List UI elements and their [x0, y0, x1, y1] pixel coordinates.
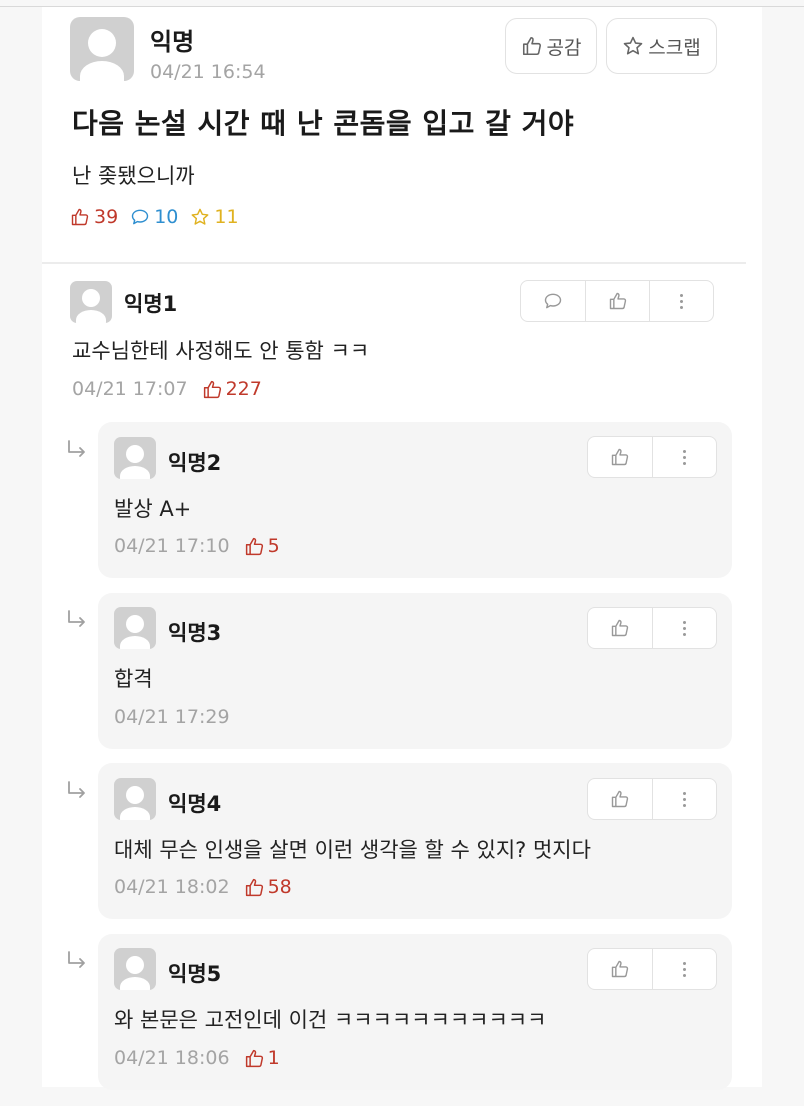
more-dots-icon [683, 449, 686, 465]
thumbs-up-icon [610, 447, 630, 467]
post-author: 익명 [150, 28, 195, 56]
reply-more-button[interactable] [652, 779, 716, 819]
thumbs-up-icon [610, 789, 630, 809]
post-title: 다음 논설 시간 때 난 콘돔을 입고 갈 거야 [72, 107, 575, 140]
scrap-button[interactable]: 스크랩 [606, 18, 717, 74]
comment-author: 익명1 [124, 292, 178, 316]
thumbs-up-icon [244, 536, 265, 557]
reply-like-button[interactable] [588, 949, 652, 989]
reply-arrow-icon [66, 951, 88, 971]
thumbs-up-icon [202, 379, 223, 400]
comment-text: 교수님한테 사정해도 안 통함 ㅋㅋ [72, 339, 370, 363]
comment-actions [520, 280, 714, 322]
avatar-icon [114, 607, 156, 649]
reply-time: 04/21 17:10 [114, 535, 230, 557]
reply-more-button[interactable] [652, 437, 716, 477]
reply-actions [587, 436, 717, 478]
reply-time: 04/21 18:02 [114, 876, 230, 898]
post-time: 04/21 16:54 [150, 61, 266, 83]
reply-time: 04/21 18:06 [114, 1047, 230, 1069]
comment-bubble-icon [130, 207, 150, 227]
reply-actions [587, 607, 717, 649]
comment-like-button[interactable] [585, 281, 649, 321]
reply-author: 익명2 [168, 451, 222, 475]
reply-more-button[interactable] [652, 608, 716, 648]
avatar-icon [70, 17, 134, 81]
reply-likes-value: 58 [267, 876, 292, 898]
avatar-icon [114, 778, 156, 820]
reply-more-button[interactable] [652, 949, 716, 989]
reply-arrow-icon [66, 440, 88, 460]
avatar-icon [114, 948, 156, 990]
reply-likes: 58 [244, 876, 292, 898]
post-body: 난 좆됐으니까 [72, 164, 195, 188]
scrap-button-label: 스크랩 [648, 36, 701, 59]
star-icon [622, 35, 644, 57]
comment-bubble-icon [543, 291, 563, 311]
thumbs-up-icon [608, 291, 628, 311]
reply-button[interactable] [521, 281, 585, 321]
comment-meta: 04/21 17:07 227 [72, 378, 262, 400]
reply-arrow-icon [66, 610, 88, 630]
thumbs-up-icon [521, 35, 543, 57]
reply-actions [587, 948, 717, 990]
reply-author: 익명3 [168, 621, 222, 645]
reply-like-button[interactable] [588, 437, 652, 477]
reply-likes: 1 [244, 1047, 280, 1069]
reply-author: 익명4 [168, 792, 222, 816]
thumbs-up-icon [244, 1048, 265, 1069]
thumbs-up-icon [244, 877, 265, 898]
reply-arrow-icon [66, 781, 88, 801]
avatar-icon [70, 281, 112, 323]
reply-meta: 04/21 18:02 58 [114, 876, 292, 898]
reply-meta: 04/21 17:10 5 [114, 535, 280, 557]
like-button-label: 공감 [546, 36, 582, 59]
reply-text: 발상 A+ [114, 497, 192, 521]
comment-time: 04/21 17:07 [72, 378, 188, 400]
scrap-count-value: 11 [214, 206, 239, 228]
comment-likes: 227 [202, 378, 262, 400]
reply-like-button[interactable] [588, 779, 652, 819]
reply-meta: 04/21 17:29 [114, 706, 230, 728]
star-icon [190, 207, 210, 227]
reply-text: 대체 무슨 인생을 살면 이런 생각을 할 수 있지? 멋지다 [114, 838, 591, 862]
avatar-icon [114, 437, 156, 479]
post-stats: 39 10 11 [70, 206, 251, 228]
comment-count-value: 10 [154, 206, 179, 228]
scrap-count: 11 [190, 206, 239, 228]
like-button[interactable]: 공감 [505, 18, 597, 74]
comment-count: 10 [130, 206, 178, 228]
reply-actions [587, 778, 717, 820]
reply-text: 합격 [114, 667, 153, 691]
more-dots-icon [683, 791, 686, 807]
reply-author: 익명5 [168, 962, 222, 986]
thumbs-up-icon [610, 618, 630, 638]
more-dots-icon [680, 293, 683, 309]
reply-like-button[interactable] [588, 608, 652, 648]
like-count: 39 [70, 206, 118, 228]
reply-time: 04/21 17:29 [114, 706, 230, 728]
reply-text: 와 본문은 고전인데 이건 ㅋㅋㅋㅋㅋㅋㅋㅋㅋㅋㅋ [114, 1008, 547, 1032]
reply-likes: 5 [244, 535, 280, 557]
more-dots-icon [683, 620, 686, 636]
reply-meta: 04/21 18:06 1 [114, 1047, 280, 1069]
thumbs-up-icon [610, 959, 630, 979]
reply-likes-value: 5 [267, 535, 280, 557]
post-divider [42, 262, 746, 264]
reply-likes-value: 1 [267, 1047, 280, 1069]
more-dots-icon [683, 961, 686, 977]
more-button[interactable] [649, 281, 713, 321]
thumbs-up-icon [70, 207, 90, 227]
comment-likes-value: 227 [225, 378, 262, 400]
like-count-value: 39 [94, 206, 119, 228]
